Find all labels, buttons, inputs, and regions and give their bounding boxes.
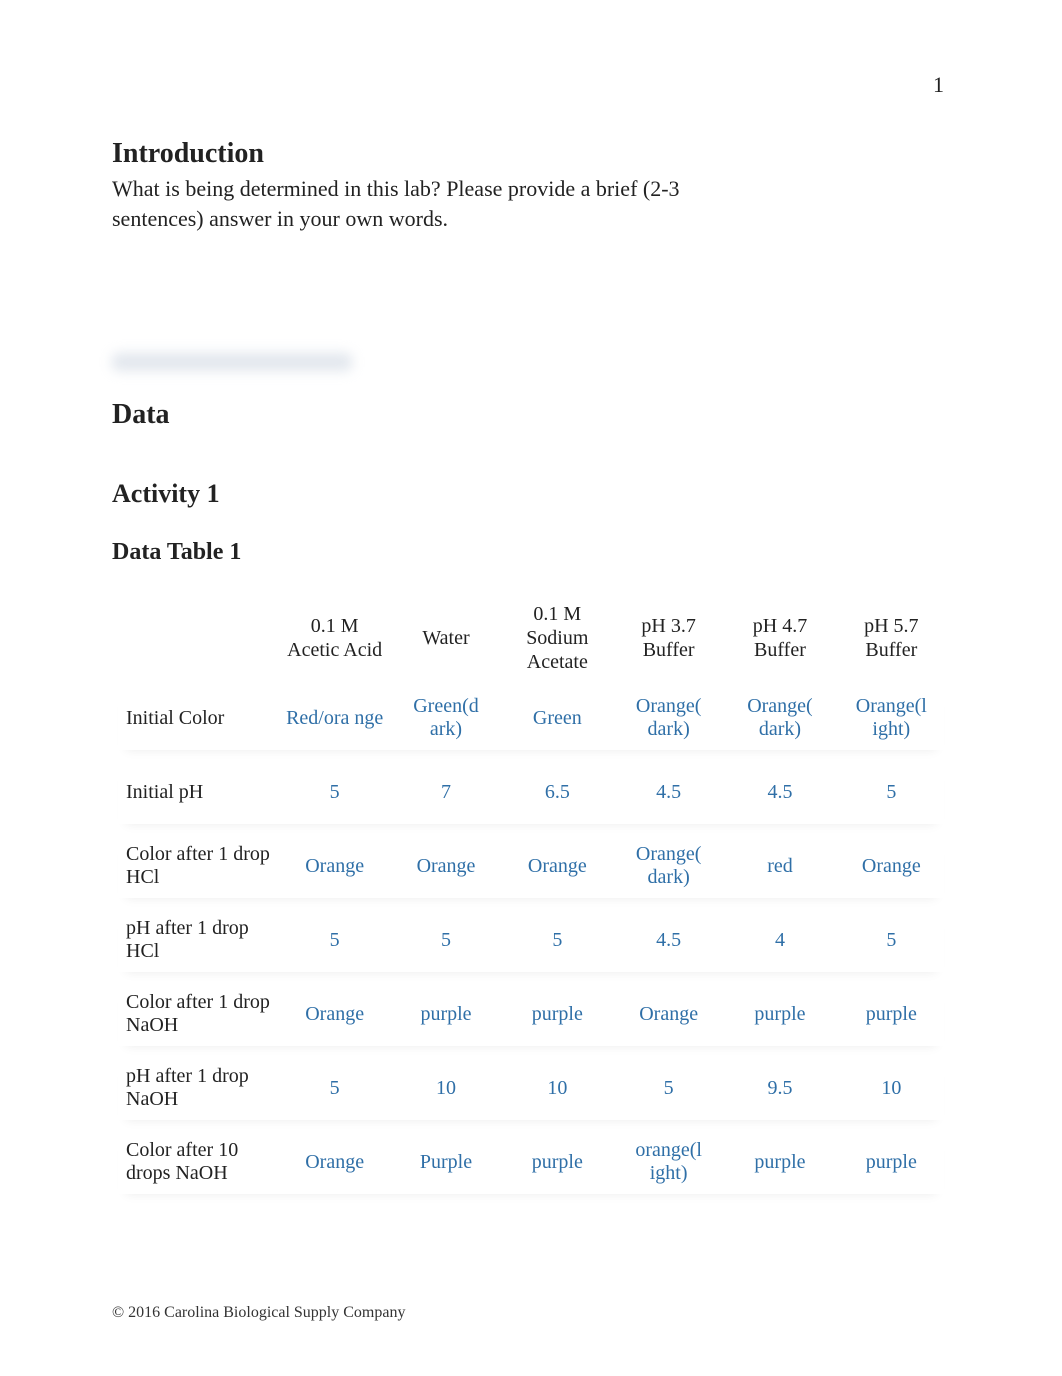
cell-value: Orange bbox=[393, 834, 498, 898]
table-header-row: 0.1 M Acetic Acid Water 0.1 M Sodium Ace… bbox=[118, 600, 944, 676]
row-label: Color after 10 drops NaOH bbox=[118, 1130, 276, 1194]
cell-value: 10 bbox=[393, 1056, 498, 1120]
table-header-cell: Water bbox=[393, 600, 498, 676]
row-label: Color after 1 drop NaOH bbox=[118, 982, 276, 1046]
cell-value: 5 bbox=[839, 760, 944, 824]
cell-value: purple bbox=[727, 1130, 832, 1194]
cell-value: 4 bbox=[727, 908, 832, 972]
cell-value: 5 bbox=[616, 1056, 721, 1120]
cell-value: 5 bbox=[282, 760, 387, 824]
cell-value: 5 bbox=[505, 908, 610, 972]
cell-value: 6.5 bbox=[505, 760, 610, 824]
cell-value: 7 bbox=[393, 760, 498, 824]
row-label: pH after 1 drop HCl bbox=[118, 908, 276, 972]
activity-heading: Activity 1 bbox=[112, 479, 950, 509]
cell-value: purple bbox=[727, 982, 832, 1046]
table-header-cell: pH 5.7 Buffer bbox=[839, 600, 944, 676]
cell-value: 5 bbox=[282, 1056, 387, 1120]
cell-value: Orange bbox=[282, 982, 387, 1046]
cell-value: Red/ora nge bbox=[282, 686, 387, 750]
cell-value: Orange bbox=[282, 834, 387, 898]
data-table-heading: Data Table 1 bbox=[112, 539, 950, 566]
row-label: Initial Color bbox=[118, 686, 276, 750]
table-header-cell: pH 3.7 Buffer bbox=[616, 600, 721, 676]
table-row: Color after 1 drop NaOH Orange purple pu… bbox=[118, 982, 944, 1046]
cell-value: Orange( dark) bbox=[727, 686, 832, 750]
table-header-cell: 0.1 M Sodium Acetate bbox=[505, 600, 610, 676]
page-number: 1 bbox=[933, 72, 944, 98]
introduction-heading: Introduction bbox=[112, 138, 950, 170]
table-header-cell: pH 4.7 Buffer bbox=[727, 600, 832, 676]
cell-value: purple bbox=[393, 982, 498, 1046]
cell-value: 4.5 bbox=[616, 760, 721, 824]
cell-value: Orange( dark) bbox=[616, 834, 721, 898]
cell-value: Orange bbox=[616, 982, 721, 1046]
cell-value: Orange bbox=[839, 834, 944, 898]
introduction-prompt: What is being determined in this lab? Pl… bbox=[112, 174, 732, 233]
table-row: Initial Color Red/ora nge Green(d ark) G… bbox=[118, 686, 944, 750]
cell-value: Purple bbox=[393, 1130, 498, 1194]
table-row: Color after 10 drops NaOH Orange Purple … bbox=[118, 1130, 944, 1194]
redacted-answer-blur bbox=[112, 353, 352, 371]
cell-value: purple bbox=[505, 982, 610, 1046]
cell-value: red bbox=[727, 834, 832, 898]
cell-value: Orange bbox=[505, 834, 610, 898]
cell-value: 4.5 bbox=[727, 760, 832, 824]
cell-value: 5 bbox=[282, 908, 387, 972]
cell-value: Orange( dark) bbox=[616, 686, 721, 750]
cell-value: Green bbox=[505, 686, 610, 750]
table-header-cell bbox=[118, 600, 276, 676]
cell-value: Orange bbox=[282, 1130, 387, 1194]
table-row: Initial pH 5 7 6.5 4.5 4.5 5 bbox=[118, 760, 944, 824]
lab-report-page: 1 Introduction What is being determined … bbox=[0, 0, 1062, 1376]
row-label: Initial pH bbox=[118, 760, 276, 824]
cell-value: 5 bbox=[393, 908, 498, 972]
table-header-cell: 0.1 M Acetic Acid bbox=[282, 600, 387, 676]
cell-value: 10 bbox=[505, 1056, 610, 1120]
cell-value: Green(d ark) bbox=[393, 686, 498, 750]
cell-value: 10 bbox=[839, 1056, 944, 1120]
table-row: pH after 1 drop HCl 5 5 5 4.5 4 5 bbox=[118, 908, 944, 972]
row-label: pH after 1 drop NaOH bbox=[118, 1056, 276, 1120]
data-table-1: 0.1 M Acetic Acid Water 0.1 M Sodium Ace… bbox=[112, 590, 950, 1204]
cell-value: purple bbox=[505, 1130, 610, 1194]
cell-value: 9.5 bbox=[727, 1056, 832, 1120]
data-heading: Data bbox=[112, 399, 950, 431]
cell-value: 5 bbox=[839, 908, 944, 972]
copyright-footer: © 2016 Carolina Biological Supply Compan… bbox=[112, 1304, 405, 1322]
cell-value: purple bbox=[839, 982, 944, 1046]
table-row: pH after 1 drop NaOH 5 10 10 5 9.5 10 bbox=[118, 1056, 944, 1120]
cell-value: 4.5 bbox=[616, 908, 721, 972]
cell-value: orange(l ight) bbox=[616, 1130, 721, 1194]
cell-value: Orange(l ight) bbox=[839, 686, 944, 750]
row-label: Color after 1 drop HCl bbox=[118, 834, 276, 898]
cell-value: purple bbox=[839, 1130, 944, 1194]
